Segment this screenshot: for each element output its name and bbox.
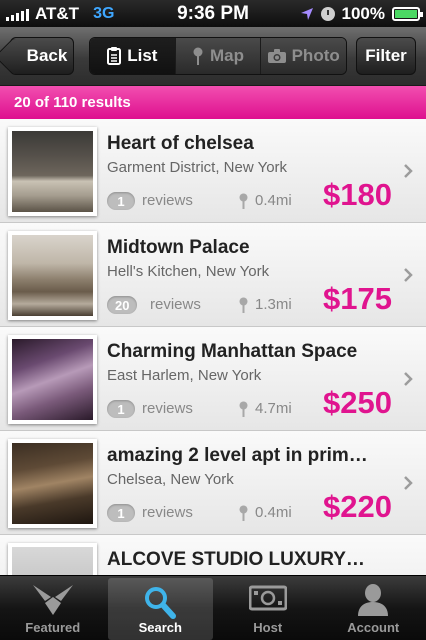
listing-distance: 0.4mi — [255, 504, 292, 521]
listing-thumbnail — [8, 543, 97, 575]
segment-photo[interactable]: Photo — [260, 38, 346, 74]
list-icon — [107, 47, 122, 65]
listing-photo — [12, 131, 93, 212]
tab-host-label: Host — [253, 620, 283, 635]
reviews-label: reviews — [142, 504, 193, 521]
listing-title: amazing 2 level apt in prim… — [107, 445, 368, 466]
tab-account[interactable]: Account — [321, 576, 426, 640]
review-count-badge: 1 — [107, 504, 135, 522]
listing-list[interactable]: Heart of chelsea Garment District, New Y… — [0, 119, 426, 575]
listing-distance: 1.3mi — [255, 296, 292, 313]
person-icon — [358, 584, 389, 616]
listing-title: Midtown Palace — [107, 237, 250, 258]
listing-thumbnail — [8, 127, 97, 216]
tab-search-label: Search — [138, 620, 182, 635]
results-count-bar: 20 of 110 results — [0, 86, 426, 119]
map-pin-icon — [193, 47, 203, 65]
chevron-right-icon — [404, 372, 413, 386]
review-count-badge: 1 — [107, 400, 135, 418]
results-count: 20 of 110 results — [14, 94, 131, 111]
listing-thumbnail — [8, 231, 97, 320]
listing-photo — [12, 443, 93, 524]
distance-pin-icon — [239, 505, 248, 521]
tab-bar: Featured Search Host Account — [0, 575, 426, 640]
chevron-right-icon — [404, 476, 413, 490]
reviews-label: reviews — [150, 296, 201, 313]
listing-title: ALCOVE STUDIO LUXURY… — [107, 549, 365, 570]
listing-title: Heart of chelsea — [107, 133, 254, 154]
listing-title: Charming Manhattan Space — [107, 341, 358, 362]
featured-icon — [32, 585, 73, 615]
back-button-label: Back — [26, 46, 68, 65]
battery-icon — [392, 7, 423, 21]
listing-row[interactable]: amazing 2 level apt in prim… Chelsea, Ne… — [0, 431, 426, 535]
view-segmented-control: List Map Photo — [89, 37, 347, 75]
navigation-bar: Back List Map Photo Filter — [0, 27, 426, 86]
listing-photo — [12, 235, 93, 316]
battery-percent: 100% — [341, 4, 385, 23]
money-icon — [248, 585, 287, 611]
listing-location: Chelsea, New York — [107, 471, 234, 488]
listing-row[interactable]: Midtown Palace Hell's Kitchen, New York … — [0, 223, 426, 327]
review-count-badge: 20 — [107, 296, 138, 314]
review-count-badge: 1 — [107, 192, 135, 210]
tab-featured-label: Featured — [25, 620, 81, 635]
status-bar: AT&T 3G 9:36 PM 100% — [0, 0, 426, 27]
camera-icon — [267, 49, 286, 63]
listing-price: $175 — [323, 281, 392, 316]
listing-thumbnail — [8, 335, 97, 424]
tab-featured[interactable]: Featured — [0, 576, 106, 640]
listing-row[interactable]: ALCOVE STUDIO LUXURY… — [0, 535, 426, 575]
listing-distance: 0.4mi — [255, 192, 292, 209]
tab-host[interactable]: Host — [215, 576, 321, 640]
listing-location: Hell's Kitchen, New York — [107, 263, 270, 280]
listing-distance: 4.7mi — [255, 400, 292, 417]
segment-photo-label: Photo — [291, 46, 340, 65]
listing-row[interactable]: Charming Manhattan Space East Harlem, Ne… — [0, 327, 426, 431]
listing-row[interactable]: Heart of chelsea Garment District, New Y… — [0, 119, 426, 223]
segment-list[interactable]: List — [90, 38, 175, 74]
search-icon — [145, 587, 177, 619]
listing-price: $180 — [323, 177, 392, 212]
listing-photo — [12, 339, 93, 420]
filter-button[interactable]: Filter — [356, 37, 416, 75]
distance-pin-icon — [239, 297, 248, 313]
segment-map[interactable]: Map — [174, 38, 261, 74]
distance-pin-icon — [239, 401, 248, 417]
listing-photo — [12, 547, 93, 575]
tab-account-label: Account — [347, 620, 400, 635]
listing-location: East Harlem, New York — [107, 367, 262, 384]
reviews-label: reviews — [142, 192, 193, 209]
listing-thumbnail — [8, 439, 97, 528]
segment-map-label: Map — [210, 46, 244, 65]
listing-price: $220 — [323, 489, 392, 524]
filter-button-label: Filter — [365, 46, 407, 65]
back-button[interactable]: Back — [10, 37, 74, 75]
location-arrow-icon — [300, 8, 313, 20]
chevron-right-icon — [404, 164, 413, 178]
listing-location: Garment District, New York — [107, 159, 288, 176]
chevron-right-icon — [404, 268, 413, 282]
segment-list-label: List — [127, 46, 158, 65]
alarm-clock-icon — [320, 7, 335, 21]
distance-pin-icon — [239, 193, 248, 209]
listing-price: $250 — [323, 385, 392, 420]
tab-search[interactable]: Search — [107, 578, 213, 640]
reviews-label: reviews — [142, 400, 193, 417]
